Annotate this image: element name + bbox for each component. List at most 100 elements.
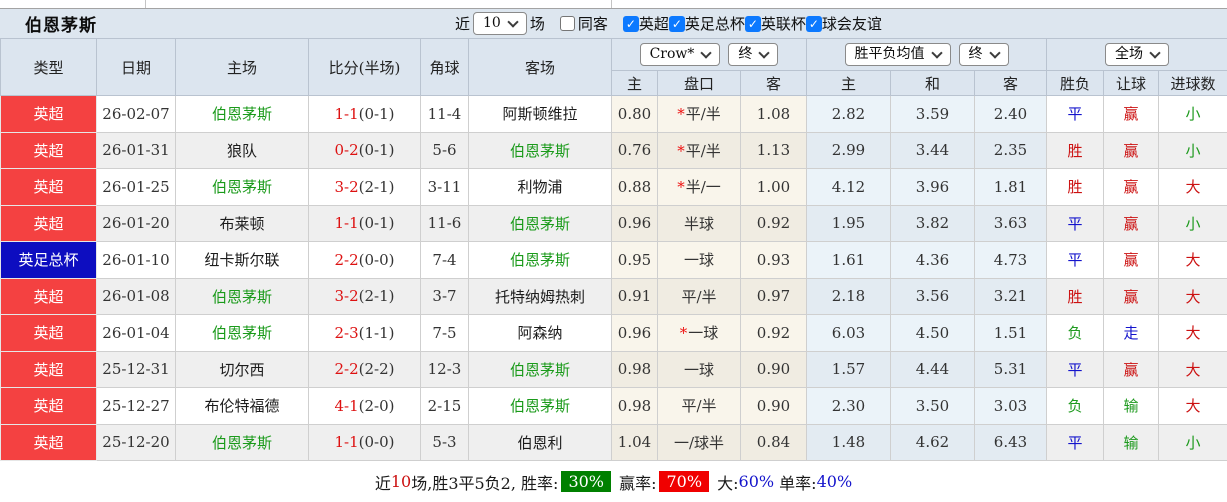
cell-handicap: 一/球半 xyxy=(658,424,741,461)
footer-recent-count: 10 xyxy=(391,472,411,491)
cell-home-team: 伯恩茅斯 xyxy=(176,424,309,461)
cell-date: 26-01-25 xyxy=(97,169,176,206)
league-filter: ✓球会友谊 xyxy=(806,13,882,34)
cell-corner: 2-15 xyxy=(421,388,469,425)
bookmaker-state-select[interactable]: 终 xyxy=(728,43,778,66)
cell-handicap-result: 走 xyxy=(1104,315,1159,352)
cell-crow-home: 1.04 xyxy=(612,424,658,461)
handicap-star: * xyxy=(680,324,688,342)
cell-avg-home: 6.03 xyxy=(807,315,891,352)
cell-avg-away: 6.43 xyxy=(975,424,1047,461)
col-avg-away: 客 xyxy=(975,71,1047,96)
cell-avg-away: 3.21 xyxy=(975,278,1047,315)
col-score: 比分(半场) xyxy=(309,39,421,96)
cell-handicap: 一球 xyxy=(658,351,741,388)
chevron-down-icon xyxy=(507,16,518,27)
cell-avg-away: 1.81 xyxy=(975,169,1047,206)
cell-type: 英超 xyxy=(1,205,97,242)
cell-type: 英超 xyxy=(1,351,97,388)
cell-crow-away: 1.00 xyxy=(741,169,807,206)
col-date: 日期 xyxy=(97,39,176,96)
cell-type: 英足总杯 xyxy=(1,242,97,279)
cell-home-team: 伯恩茅斯 xyxy=(176,169,309,206)
footer-odd-rate: 40% xyxy=(817,472,853,491)
col-result: 胜负 xyxy=(1047,71,1104,96)
cell-score: 0-2(0-1) xyxy=(309,132,421,169)
cell-date: 26-02-07 xyxy=(97,96,176,133)
cell-handicap: *平/半 xyxy=(658,96,741,133)
score-fulltime: 2-2 xyxy=(334,251,358,269)
handicap-star: * xyxy=(677,142,685,160)
cell-corner: 3-7 xyxy=(421,278,469,315)
avg-odds-select[interactable]: 胜平负均值 xyxy=(845,43,951,66)
league-checkbox[interactable]: ✓ xyxy=(669,16,685,32)
cell-avg-draw: 3.96 xyxy=(891,169,975,206)
cell-handicap-result: 赢 xyxy=(1104,132,1159,169)
table-row: 英足总杯26-01-10纽卡斯尔联2-2(0-0)7-4伯恩茅斯0.95一球0.… xyxy=(1,242,1227,279)
cell-goals: 大 xyxy=(1159,315,1227,352)
bookmaker-select[interactable]: Crow* xyxy=(640,43,721,66)
summary-footer: 近10场,胜3平5负2, 胜率:30% 赢率:70% 大:60% 单率:40% xyxy=(0,461,1227,502)
cell-avg-draw: 4.36 xyxy=(891,242,975,279)
recent-count-value: 10 xyxy=(483,15,501,32)
league-label: 英超 xyxy=(639,13,669,34)
cell-result: 平 xyxy=(1047,242,1104,279)
col-crow-home: 主 xyxy=(612,71,658,96)
cell-avg-home: 2.18 xyxy=(807,278,891,315)
league-checkbox[interactable]: ✓ xyxy=(806,16,822,32)
handicap-text: 平/半 xyxy=(686,105,721,123)
recent-count-select[interactable]: 10 xyxy=(473,12,527,35)
col-handicap: 盘口 xyxy=(658,71,741,96)
chevron-down-icon xyxy=(759,47,770,58)
score-fulltime: 3-2 xyxy=(334,178,358,196)
cell-goals: 大 xyxy=(1159,278,1227,315)
cell-crow-home: 0.96 xyxy=(612,315,658,352)
score-fulltime: 4-1 xyxy=(334,397,358,415)
cell-home-team: 伯恩茅斯 xyxy=(176,278,309,315)
cell-away-team: 托特纳姆热刺 xyxy=(469,278,612,315)
cell-type: 英超 xyxy=(1,315,97,352)
cell-avg-away: 1.51 xyxy=(975,315,1047,352)
cell-handicap: *半/一 xyxy=(658,169,741,206)
cell-corner: 11-4 xyxy=(421,96,469,133)
score-halftime: (2-2) xyxy=(359,360,395,378)
cell-avg-draw: 4.62 xyxy=(891,424,975,461)
score-halftime: (2-1) xyxy=(359,178,395,196)
cell-away-team: 阿森纳 xyxy=(469,315,612,352)
league-checkbox[interactable]: ✓ xyxy=(623,16,639,32)
cell-crow-away: 0.90 xyxy=(741,351,807,388)
cell-handicap: 一球 xyxy=(658,242,741,279)
cell-crow-home: 0.96 xyxy=(612,205,658,242)
cell-crow-home: 0.76 xyxy=(612,132,658,169)
cell-score: 4-1(2-0) xyxy=(309,388,421,425)
cell-score: 1-1(0-0) xyxy=(309,424,421,461)
same-away-checkbox[interactable] xyxy=(560,16,575,31)
cell-avg-draw: 3.56 xyxy=(891,278,975,315)
table-row: 英超26-01-25伯恩茅斯3-2(2-1)3-11利物浦0.88*半/一1.0… xyxy=(1,169,1227,206)
cell-result: 平 xyxy=(1047,424,1104,461)
cell-corner: 7-5 xyxy=(421,315,469,352)
league-checkbox[interactable]: ✓ xyxy=(745,16,761,32)
cell-avg-away: 3.03 xyxy=(975,388,1047,425)
score-halftime: (0-1) xyxy=(359,105,395,123)
league-filter: ✓英足总杯 xyxy=(669,13,745,34)
cell-goals: 大 xyxy=(1159,388,1227,425)
score-fulltime: 1-1 xyxy=(334,433,358,451)
cell-goals: 小 xyxy=(1159,96,1227,133)
scope-select[interactable]: 全场 xyxy=(1105,43,1169,66)
divider-tick xyxy=(145,0,146,8)
handicap-text: 平/半 xyxy=(681,288,716,306)
cell-crow-away: 0.92 xyxy=(741,205,807,242)
handicap-star: * xyxy=(677,105,685,123)
divider-tick xyxy=(611,0,612,8)
col-avg-home: 主 xyxy=(807,71,891,96)
cell-handicap-result: 赢 xyxy=(1104,96,1159,133)
score-fulltime: 0-2 xyxy=(334,141,358,159)
league-filter: ✓英联杯 xyxy=(745,13,806,34)
cell-score: 3-2(2-1) xyxy=(309,169,421,206)
table-row: 英超26-02-07伯恩茅斯1-1(0-1)11-4阿斯顿维拉0.80*平/半1… xyxy=(1,96,1227,133)
avg-state-select[interactable]: 终 xyxy=(959,43,1009,66)
handicap-text: 半/一 xyxy=(686,178,721,196)
cell-avg-away: 3.63 xyxy=(975,205,1047,242)
cell-away-team: 伯恩茅斯 xyxy=(469,205,612,242)
